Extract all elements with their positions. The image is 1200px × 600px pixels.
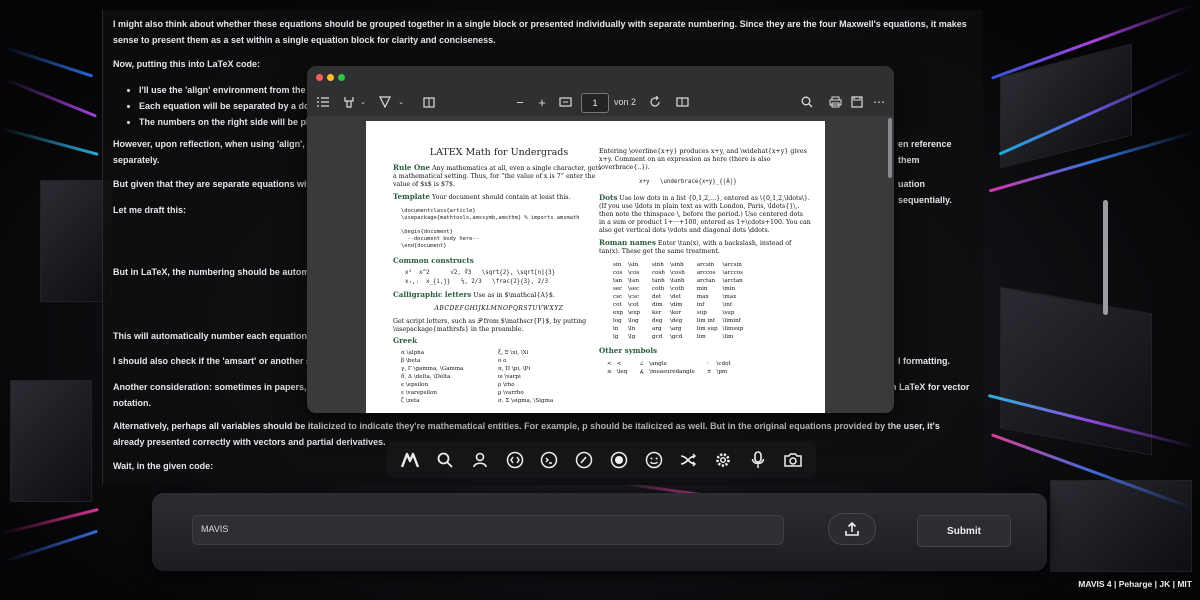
app-dock	[387, 442, 816, 478]
upload-icon	[845, 522, 859, 536]
overline-text: Entering \overline{x+y} produces x+y, an…	[599, 148, 807, 172]
page-scrollbar[interactable]	[1103, 200, 1108, 315]
underbrace-example: x+y \underbrace{x+y}_{|A|}	[639, 178, 737, 185]
input-panel: MAVIS Submit	[152, 493, 1047, 571]
more-options-icon[interactable]: ⋯	[871, 94, 887, 110]
submit-button[interactable]: Submit	[917, 515, 1011, 547]
common-constructs-heading: Common constructs	[393, 255, 474, 265]
roman-name-row: sec \sec coth \coth min \min	[613, 286, 736, 293]
footer-credits: MAVIS 4 | Peharge | JK | MIT	[1078, 579, 1192, 589]
outline-menu-icon[interactable]	[315, 94, 331, 110]
rotate-icon[interactable]	[647, 94, 663, 110]
roman-name-row: ln \ln arg \arg lim sup \limsup	[613, 326, 744, 333]
code-brackets-icon[interactable]	[505, 450, 525, 470]
pdf-right-column: Entering \overline{x+y} produces x+y, an…	[599, 121, 811, 376]
template-section: Template Your document should contain at…	[393, 191, 571, 201]
upload-button[interactable]	[828, 513, 876, 545]
chat-paragraph: I might also think about whether these e…	[113, 19, 967, 45]
other-symbol-row: ≤ \leq ∡ \measuredangle ± \pm	[607, 369, 728, 376]
roman-name-row: tan \tan tanh \tanh arctan \arctan	[613, 278, 743, 285]
light-streak	[1, 507, 99, 536]
search-icon[interactable]	[435, 450, 455, 470]
shuffle-icon[interactable]	[678, 450, 698, 470]
chevron-down-icon[interactable]: ⌄	[357, 94, 369, 110]
roman-name-row: cos \cos cosh \cosh arccos \arccos	[613, 270, 743, 277]
dots-section: Dots Use low dots in a list {0,1,2,...},…	[599, 192, 811, 235]
calligraphic-section: Calligraphic letters Use as in $\mathcal…	[393, 289, 555, 299]
roman-name-row: log \log deg \deg lim inf \liminf	[613, 318, 741, 325]
zoom-out-icon[interactable]: −	[513, 94, 527, 110]
common-constructs-code: x² x^2 √2, ∛3 \sqrt{2}, \sqrt[n]{3} xᵢ,ⱼ…	[405, 269, 556, 285]
light-streak	[1, 529, 99, 564]
light-streak	[1, 45, 94, 78]
target-icon[interactable]	[609, 450, 629, 470]
roman-name-row: cot \cot dim \dim inf \inf	[613, 302, 732, 309]
fit-page-icon[interactable]	[557, 94, 573, 110]
close-window-button[interactable]	[316, 74, 323, 81]
other-symbols-heading: Other symbols	[599, 346, 658, 356]
draw-icon[interactable]	[377, 94, 393, 110]
other-symbols-table: < < ∠ \angle · \cdot ≤ \leq ∡ \measuredangle ± \pm	[607, 360, 743, 376]
pdf-left-column: LATEX Math for Undergrads Rule One Any m…	[393, 121, 605, 405]
zoom-in-icon[interactable]: +	[535, 94, 549, 110]
bg-cube	[1000, 43, 1132, 169]
page-number-input[interactable]: 1	[581, 93, 609, 113]
user-icon[interactable]	[470, 450, 490, 470]
chevron-down-icon[interactable]: ⌄	[395, 94, 407, 110]
roman-names-table: sin \sin sinh \sinh arcsin \arcsin cos \cos cosh…	[613, 261, 755, 341]
read-aloud-icon[interactable]	[421, 94, 437, 110]
roman-names-section: Roman names Enter \tan(x), with a backsl…	[599, 237, 792, 255]
highlight-icon[interactable]	[341, 94, 357, 110]
search-icon[interactable]	[799, 94, 815, 110]
rule-one-section: Rule One Any mathematics at all, even a …	[393, 163, 602, 189]
pdf-toolbar: ⌄ ⌄ − + 1 von 2 ⋯	[307, 90, 894, 114]
light-streak	[3, 77, 97, 118]
paperclip-icon[interactable]	[574, 450, 594, 470]
template-code: \documentclass{article} \usepackage{math…	[401, 207, 580, 249]
light-streak	[1, 127, 99, 156]
pdf-viewer-window: ⌄ ⌄ − + 1 von 2 ⋯ LATEX Math for Undergr…	[307, 66, 894, 413]
script-letters-text: Get script letters, such as 𝒫 from $\mat…	[393, 318, 587, 334]
maximize-window-button[interactable]	[338, 74, 345, 81]
bg-cube	[1050, 480, 1192, 572]
roman-name-row: sin \sin sinh \sinh arcsin \arcsin	[613, 262, 742, 269]
greek-table: α \alpha ξ, Ξ \xi, \Xi β \beta o o γ, Γ \g…	[401, 350, 554, 405]
minimize-window-button[interactable]	[327, 74, 334, 81]
roman-name-row: lg \lg gcd \gcd lim \lim	[613, 334, 734, 341]
mavis-logo-icon[interactable]	[400, 450, 420, 470]
roman-name-row: csc \csc det \det max \max	[613, 294, 737, 301]
face-icon[interactable]	[644, 450, 664, 470]
prompt-input[interactable]: MAVIS	[192, 515, 784, 545]
pdf-document-area[interactable]: LATEX Math for Undergrads Rule One Any m…	[307, 116, 894, 413]
calligraphic-alphabet: ABCDEFGHIJKLMNOPQRSTUVWXYZ	[434, 305, 564, 313]
camera-icon[interactable]	[783, 450, 803, 470]
page-view-icon[interactable]	[674, 94, 690, 110]
terminal-icon[interactable]	[539, 450, 559, 470]
page-count-label: von 2	[614, 97, 637, 107]
settings-gear-icon[interactable]	[713, 450, 733, 470]
print-icon[interactable]	[827, 94, 843, 110]
bg-cube	[10, 380, 92, 502]
greek-heading: Greek	[393, 336, 418, 346]
chat-paragraph: l formatting.	[898, 356, 950, 366]
microphone-icon[interactable]	[748, 450, 768, 470]
save-icon[interactable]	[849, 94, 865, 110]
pdf-scrollbar[interactable]	[888, 118, 892, 178]
pdf-page: LATEX Math for Undergrads Rule One Any m…	[366, 121, 825, 413]
document-title: LATEX Math for Undergrads	[429, 147, 569, 158]
other-symbol-row: < < ∠ \angle · \cdot	[607, 361, 731, 368]
roman-name-row: exp \exp ker \ker sup \sup	[613, 310, 735, 317]
window-titlebar	[307, 66, 894, 88]
